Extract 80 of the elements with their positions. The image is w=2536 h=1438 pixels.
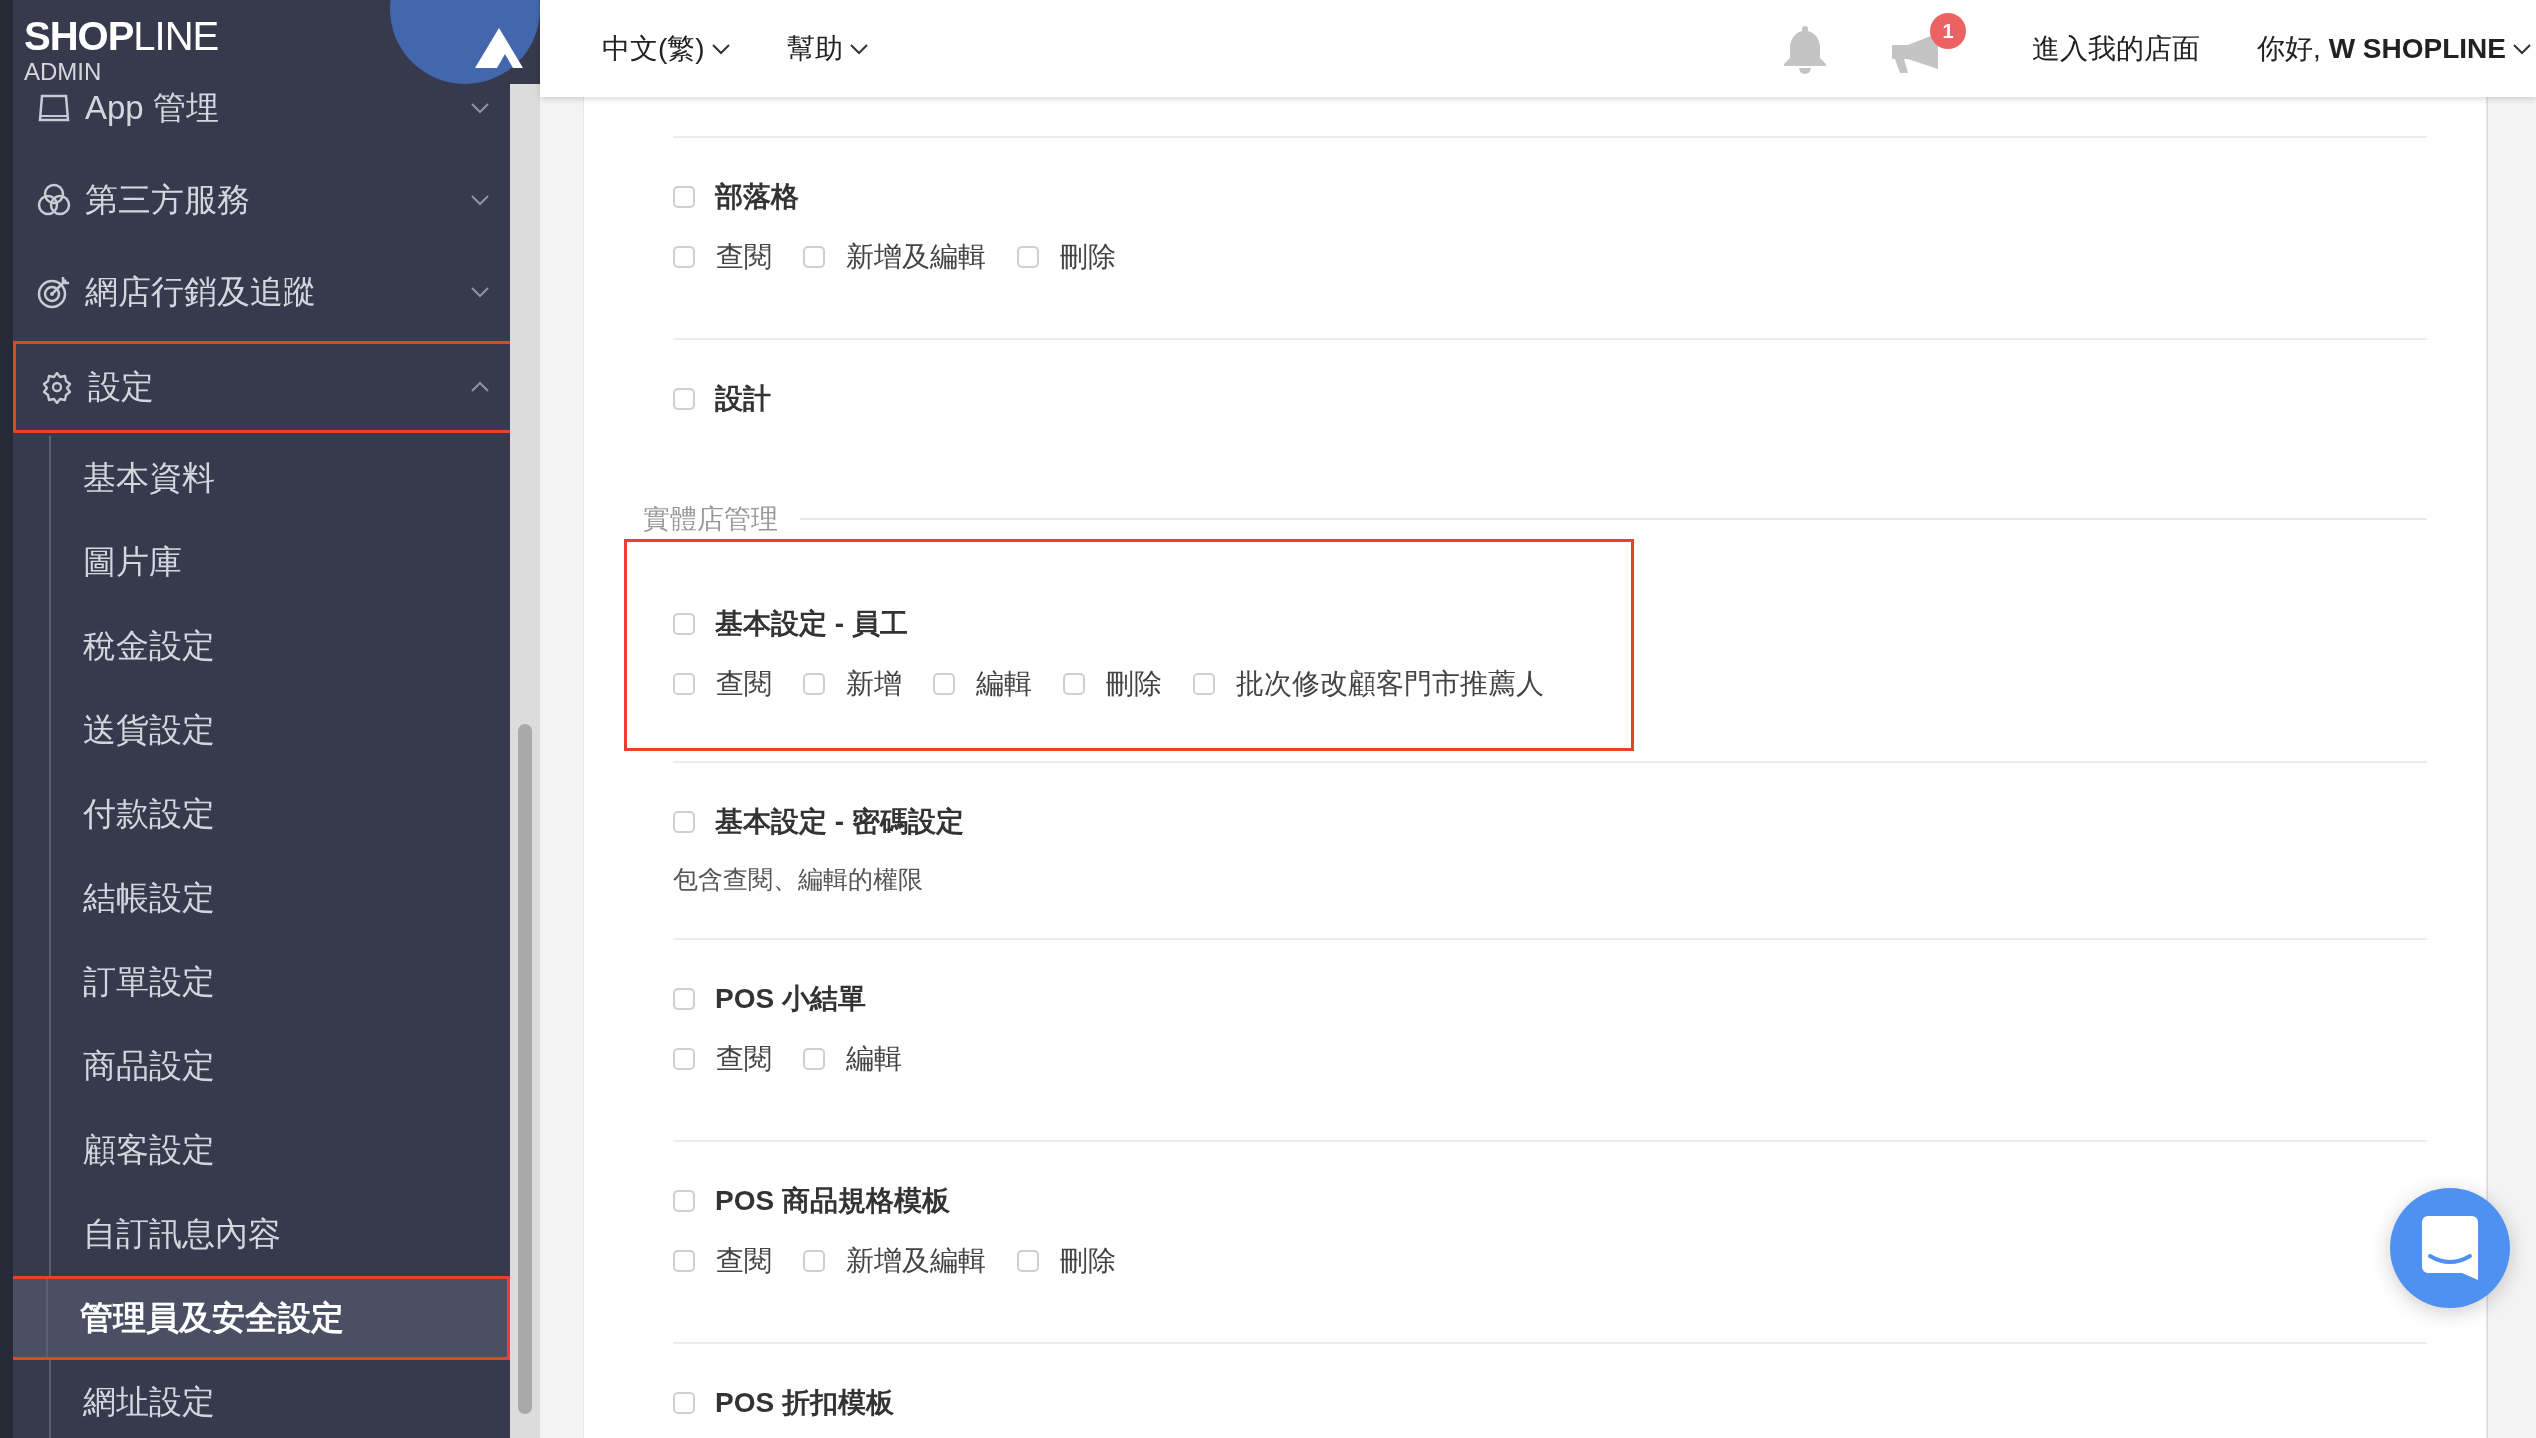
settings-icon — [40, 370, 74, 404]
chevron-down-icon — [470, 194, 490, 206]
chevron-down-icon — [470, 286, 490, 298]
three-circles-icon — [37, 183, 71, 217]
caret-down-icon — [710, 42, 731, 55]
permission-description: 包含查閱、編輯的權限 — [673, 864, 923, 896]
mountain-logo-icon — [475, 28, 523, 68]
permission-option: 刪除 — [1106, 663, 1162, 705]
permission-option: 新增及編輯 — [846, 236, 986, 278]
checkbox[interactable] — [673, 246, 695, 268]
checkbox[interactable] — [673, 1190, 695, 1212]
permission-title: 設計 — [715, 382, 771, 416]
checkbox[interactable] — [673, 613, 695, 635]
sidebar-subitem[interactable]: 圖片庫 — [13, 520, 510, 604]
permission-option: 刪除 — [1060, 236, 1116, 278]
permission-option: 查閱 — [716, 236, 772, 278]
logo-subtitle: ADMIN — [24, 60, 103, 84]
checkbox[interactable] — [803, 673, 825, 695]
caret-down-icon — [848, 42, 869, 55]
bell-icon[interactable] — [1782, 23, 1829, 74]
checkbox[interactable] — [1063, 673, 1085, 695]
permission-option: 編輯 — [976, 663, 1032, 705]
checkbox[interactable] — [673, 1048, 695, 1070]
checkbox[interactable] — [673, 988, 695, 1010]
sidebar-subitem[interactable]: 自訂訊息內容 — [13, 1192, 510, 1276]
checkbox[interactable] — [933, 673, 955, 695]
chevron-down-icon — [470, 102, 490, 114]
checkbox[interactable] — [673, 1392, 695, 1414]
scrollbar-thumb[interactable] — [518, 724, 532, 1414]
permission-option: 新增及編輯 — [846, 1240, 986, 1282]
permission-option: 編輯 — [846, 1038, 902, 1080]
caret-down-icon — [2512, 42, 2532, 55]
permission-title: POS 折扣模板 — [715, 1386, 894, 1420]
shopping-bag-icon — [38, 94, 70, 122]
target-icon — [37, 275, 71, 309]
sidebar-subitem[interactable]: 顧客設定 — [13, 1108, 510, 1192]
language-dropdown[interactable]: 中文(繁) — [602, 27, 731, 70]
sidebar-subitem[interactable]: 訂單設定 — [13, 940, 510, 1024]
sidebar-subitem[interactable]: 管理員及安全設定 — [13, 1276, 510, 1360]
permission-option: 查閱 — [716, 663, 772, 705]
permission-option: 刪除 — [1060, 1240, 1116, 1282]
permission-title: 基本設定 - 員工 — [715, 607, 908, 641]
permission-title: 部落格 — [715, 180, 799, 214]
store-link[interactable]: 進入我的店面 — [2032, 27, 2201, 70]
sidebar-item[interactable]: 設定 — [13, 341, 510, 433]
section-heading: 實體店管理 — [643, 502, 778, 536]
account-dropdown[interactable]: 你好, W SHOPLINE — [2257, 27, 2532, 70]
checkbox[interactable] — [673, 673, 695, 695]
sidebar-subitem[interactable]: 付款設定 — [13, 772, 510, 856]
notification-badge: 1 — [1930, 12, 1967, 49]
checkbox[interactable] — [673, 811, 695, 833]
permission-title: POS 小結單 — [715, 982, 866, 1016]
checkbox[interactable] — [803, 1250, 825, 1272]
sidebar-subitem[interactable]: 送貨設定 — [13, 688, 510, 772]
help-dropdown[interactable]: 幫助 — [786, 27, 869, 70]
logo-wordmark: SHOPLINE — [24, 16, 219, 56]
checkbox[interactable] — [1017, 1250, 1039, 1272]
sidebar-subitem[interactable]: 商品設定 — [13, 1024, 510, 1108]
checkbox[interactable] — [803, 246, 825, 268]
checkbox[interactable] — [673, 1250, 695, 1272]
permission-option: 批次修改顧客門市推薦人 — [1236, 663, 1544, 705]
checkbox[interactable] — [1017, 246, 1039, 268]
chevron-up-icon — [470, 381, 490, 393]
chat-bubble-icon — [2422, 1216, 2478, 1280]
sidebar-subitem[interactable]: 結帳設定 — [13, 856, 510, 940]
checkbox[interactable] — [803, 1048, 825, 1070]
permission-option: 查閱 — [716, 1240, 772, 1282]
checkbox[interactable] — [673, 388, 695, 410]
sidebar-subitem[interactable]: 網址設定 — [13, 1360, 510, 1438]
checkbox[interactable] — [673, 186, 695, 208]
sidebar-item[interactable]: 第三方服務 — [13, 154, 510, 246]
sidebar-subitem[interactable]: 稅金設定 — [13, 604, 510, 688]
permission-title: POS 商品規格模板 — [715, 1184, 950, 1218]
sidebar-item[interactable]: 網店行銷及追蹤 — [13, 246, 510, 338]
permission-option: 查閱 — [716, 1038, 772, 1080]
permission-title: 基本設定 - 密碼設定 — [715, 805, 964, 839]
permission-option: 新增 — [846, 663, 902, 705]
sidebar-subitem[interactable]: 基本資料 — [13, 436, 510, 520]
checkbox[interactable] — [1193, 673, 1215, 695]
sidebar-item[interactable]: App 管埋 — [13, 84, 510, 154]
